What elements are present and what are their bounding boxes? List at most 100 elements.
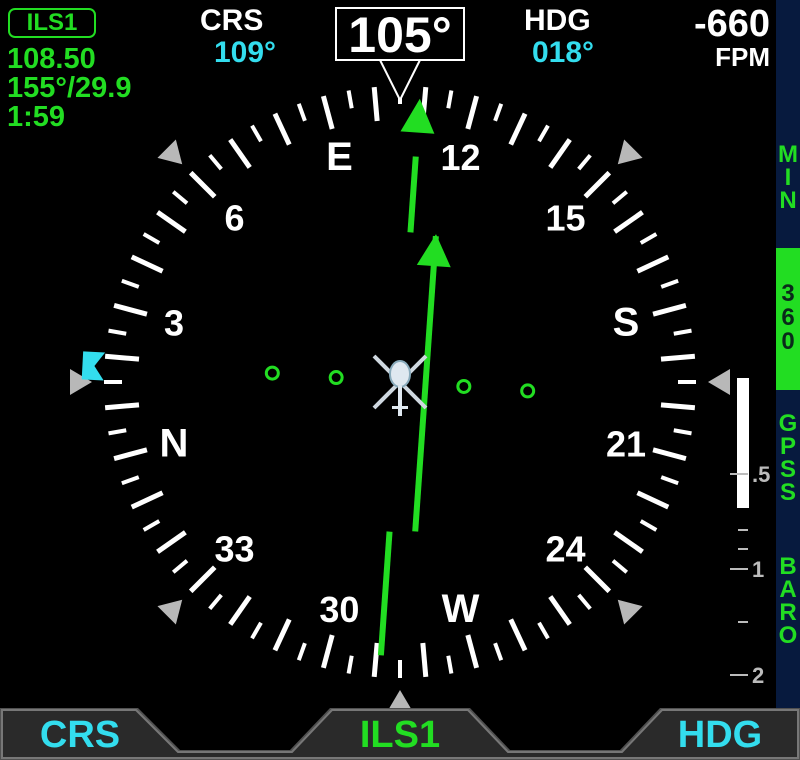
vscale-label-2: 2	[752, 663, 764, 688]
mode-strip: MIN 360 GPSS BARO	[776, 0, 800, 708]
compass-marker	[617, 599, 643, 625]
compass-tick	[208, 153, 223, 171]
compass-tick	[583, 170, 612, 199]
nav-frequency: 108.50	[7, 43, 96, 75]
compass-tick	[465, 634, 480, 669]
compass-tick	[320, 634, 335, 669]
crs-softkey[interactable]: CRS	[0, 710, 160, 760]
compass-tick	[346, 655, 354, 674]
compass-label: S	[613, 300, 640, 344]
compass-tick	[508, 112, 528, 146]
compass-tick	[104, 402, 140, 411]
compass-tick	[188, 565, 217, 594]
heading-bug-label: HDG	[524, 4, 591, 37]
deviation-dot	[520, 383, 536, 399]
compass-tick	[296, 103, 307, 122]
compass-label: 33	[215, 528, 255, 569]
heading-bug-shape	[81, 351, 106, 381]
compass-tick	[660, 353, 696, 362]
compass-tick	[660, 475, 679, 486]
compass-label: W	[442, 587, 480, 631]
compass-tick	[493, 642, 504, 661]
compass-tick	[228, 595, 252, 626]
deviation-dot	[456, 378, 472, 394]
compass-label: 21	[606, 424, 646, 465]
bearing-distance: 155°/29.9	[7, 72, 132, 104]
course-label: CRS	[200, 4, 264, 37]
compass-marker	[708, 369, 730, 395]
minimums-label[interactable]: MIN	[776, 143, 800, 213]
compass-tick	[188, 170, 217, 199]
compass-label: 6	[225, 198, 245, 239]
course-arrowhead	[400, 98, 435, 134]
compass-tick	[171, 190, 189, 205]
compass-tick	[583, 565, 612, 594]
vertical-deviation-scale: .5 1 2	[730, 378, 770, 688]
heading-readout: 105°	[335, 7, 465, 61]
time-to-station: 1:59	[7, 101, 66, 133]
compass-tick	[371, 642, 380, 678]
compass-tick	[420, 642, 429, 678]
compass-label: N	[160, 422, 189, 466]
compass-tick	[673, 328, 692, 336]
hdg-softkey[interactable]: HDG	[640, 710, 800, 760]
nav-source-badge: ILS1	[8, 8, 96, 38]
compass-tick	[639, 519, 658, 532]
compass-tick	[156, 530, 187, 554]
compass-tick	[652, 447, 687, 462]
compass-tick	[611, 559, 629, 574]
course-shaft-head	[407, 156, 419, 233]
compass-tick	[660, 278, 679, 289]
compass-tick	[613, 210, 644, 234]
compass-tick	[108, 328, 127, 336]
gpss-label[interactable]: GPSS	[776, 412, 800, 505]
compass-tick	[660, 402, 696, 411]
selected-range[interactable]: 360	[776, 248, 800, 390]
compass-label: 3	[164, 302, 184, 343]
compass-tick	[446, 90, 454, 109]
compass-tick	[250, 124, 263, 143]
compass-tick	[156, 210, 187, 234]
compass-tick	[548, 595, 572, 626]
compass-label: 30	[319, 589, 359, 630]
ils1-softkey[interactable]: ILS1	[310, 710, 490, 760]
compass-tick	[250, 621, 263, 640]
compass-marker	[157, 599, 183, 625]
compass-tick	[113, 302, 148, 317]
compass-tick	[548, 138, 572, 169]
to-from-indicator	[416, 234, 451, 268]
compass-tick	[228, 138, 252, 169]
vscale-label-05: .5	[752, 462, 770, 487]
course-shaft-tail	[377, 531, 393, 656]
compass-tick	[537, 124, 550, 143]
compass-tick	[636, 254, 670, 274]
helicopter-icon	[372, 354, 428, 416]
vertical-speed-unit: FPM	[715, 42, 770, 72]
cdi-needle	[412, 235, 439, 532]
compass-tick	[296, 642, 307, 661]
baro-label[interactable]: BARO	[776, 555, 800, 648]
heading-bug-value: 018°	[532, 36, 595, 69]
compass-tick	[673, 428, 692, 436]
deviation-dot	[328, 370, 344, 386]
compass-tick	[121, 475, 140, 486]
compass-tick	[320, 95, 335, 130]
compass-tick	[537, 621, 550, 640]
compass-tick	[272, 618, 292, 652]
deviation-dot	[264, 365, 280, 381]
compass-tick	[108, 428, 127, 436]
hsi-display: N36E 1215S2124W3033 .5 1 2	[0, 59, 800, 760]
heading-bug-icon	[81, 351, 106, 381]
compass-tick	[208, 593, 223, 611]
compass-tick	[121, 278, 140, 289]
compass-marker	[157, 139, 183, 165]
compass-tick	[611, 190, 629, 205]
compass-tick	[639, 232, 658, 245]
compass-tick	[272, 112, 292, 146]
compass-tick	[577, 153, 592, 171]
vertical-speed-value: -660	[693, 3, 770, 45]
compass-tick	[613, 530, 644, 554]
compass-tick	[508, 618, 528, 652]
compass-tick	[142, 519, 161, 532]
compass-tick	[130, 490, 164, 510]
